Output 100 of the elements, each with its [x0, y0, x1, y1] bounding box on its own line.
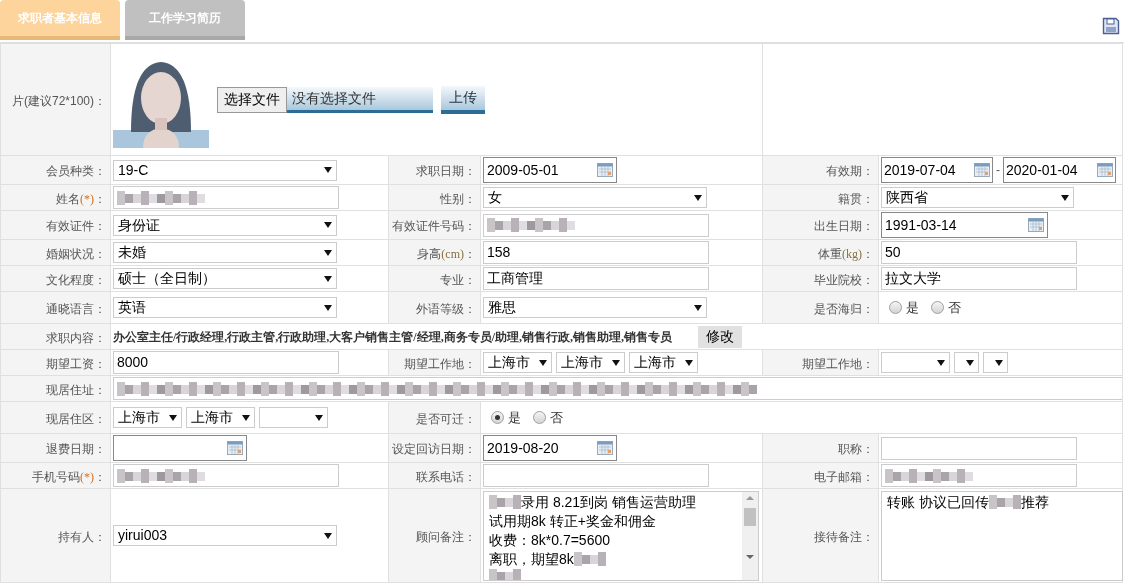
- caret-icon: [539, 359, 547, 366]
- file-status: 没有选择文件: [287, 86, 433, 113]
- caret-icon: [612, 359, 620, 366]
- dropdown[interactable]: 上海市: [629, 352, 698, 373]
- date-field[interactable]: 2019-07-04: [881, 157, 993, 183]
- field-label: 设定回访日期：: [392, 442, 476, 456]
- upload-button[interactable]: 上传: [441, 85, 485, 114]
- field-label: 联系电话：: [416, 469, 476, 484]
- note-line: 转账 协议已回传: [887, 492, 989, 512]
- date-field[interactable]: 1991-03-14: [881, 212, 1048, 238]
- field-label: 毕业院校：: [814, 272, 874, 287]
- calendar-icon[interactable]: [227, 441, 243, 455]
- dropdown[interactable]: 雅思: [483, 297, 707, 318]
- date-field[interactable]: 2020-01-04: [1003, 157, 1116, 183]
- date-field[interactable]: [113, 435, 247, 461]
- dropdown[interactable]: 陕西省: [881, 187, 1074, 208]
- dropdown[interactable]: 英语: [113, 297, 337, 318]
- dropdown[interactable]: 硕士（全日制）: [113, 268, 337, 289]
- choose-file-button[interactable]: 选择文件: [217, 86, 287, 113]
- field-label: 有效证件：: [46, 219, 106, 233]
- dropdown[interactable]: 上海市: [483, 352, 552, 373]
- text-field[interactable]: 拉文大学: [881, 267, 1077, 290]
- text-field[interactable]: [113, 186, 339, 209]
- caret-icon: [242, 414, 250, 421]
- dropdown[interactable]: yirui003: [113, 525, 337, 546]
- field-label: 体重(kg)：: [818, 246, 874, 261]
- caret-icon: [324, 275, 332, 282]
- calendar-icon[interactable]: [597, 441, 613, 455]
- field-label: 现居住址：: [46, 382, 106, 397]
- text-field[interactable]: 工商管理: [483, 267, 709, 290]
- field-label: 外语等级：: [416, 301, 476, 316]
- field-label: 专业：: [440, 272, 476, 287]
- field-label: 通晓语言：: [46, 301, 106, 316]
- dropdown[interactable]: 未婚: [113, 242, 337, 263]
- text-field[interactable]: [483, 213, 709, 237]
- note-line: 收费：8k*0.7=5600: [489, 530, 611, 550]
- field-label: 婚姻状况：: [46, 246, 106, 261]
- radio-button[interactable]: [491, 411, 504, 424]
- field-label: 持有人：: [58, 529, 106, 544]
- radio-button[interactable]: [889, 301, 902, 314]
- caret-icon: [694, 304, 702, 311]
- field-label: 是否海归：: [814, 301, 874, 316]
- caret-icon: [937, 359, 945, 366]
- blurred-text: [489, 495, 521, 509]
- note-line: 推荐: [1020, 492, 1049, 512]
- dropdown[interactable]: 19-C: [113, 159, 337, 181]
- dropdown[interactable]: 上海市: [113, 407, 182, 428]
- blurred-text: [489, 568, 521, 580]
- calendar-icon[interactable]: [1028, 218, 1044, 232]
- notes-textarea[interactable]: 转账 协议已回传 推荐: [881, 490, 1123, 581]
- text-field[interactable]: [881, 436, 1077, 460]
- caret-icon: [966, 359, 974, 366]
- calendar-icon[interactable]: [1097, 163, 1113, 177]
- caret-icon: [685, 359, 693, 366]
- field-label: 片(建议72*100)：: [11, 93, 106, 108]
- notes-textarea[interactable]: 录用 8.21到岗 销售运营助理 试用期8k 转正+奖金和佣金 收费：8k*0.7=5600 离职，期望8k: [483, 490, 759, 581]
- calendar-icon[interactable]: [597, 163, 613, 177]
- dropdown[interactable]: 上海市: [556, 352, 625, 373]
- note-line: 试用期8k 转正+奖金和佣金: [489, 511, 656, 531]
- save-icon[interactable]: [1102, 17, 1120, 35]
- field-label: 电子邮箱：: [814, 469, 874, 484]
- text-field[interactable]: [113, 377, 1123, 400]
- dropdown[interactable]: 上海市: [186, 407, 255, 428]
- dropdown[interactable]: 身份证: [113, 214, 337, 236]
- radio-button[interactable]: [533, 411, 546, 424]
- field-label: 身高(cm)：: [417, 246, 476, 261]
- job-intent-text: 办公室主任/行政经理,行政主管,行政助理,大客户销售主管/经理,商务专员/助理,销售行政,销售助理,销售专员: [113, 328, 672, 346]
- text-field[interactable]: [881, 464, 1077, 487]
- caret-icon: [995, 359, 1003, 366]
- field-label: 出生日期：: [814, 219, 874, 233]
- field-label: 籍贯：: [838, 191, 874, 206]
- text-field[interactable]: 158: [483, 241, 709, 264]
- edit-button[interactable]: 修改: [698, 325, 742, 348]
- scrollbar[interactable]: [742, 491, 758, 580]
- blurred-text: [573, 552, 606, 566]
- text-field[interactable]: [483, 464, 709, 487]
- text-field[interactable]: 8000: [113, 351, 339, 374]
- date-field[interactable]: 2009-05-01: [483, 157, 617, 183]
- date-field[interactable]: 2019-08-20: [483, 435, 617, 461]
- text-field[interactable]: 50: [881, 241, 1077, 264]
- radio-label: 是: [508, 408, 521, 427]
- dropdown[interactable]: [954, 352, 979, 373]
- note-line: 录用 8.21到岗 销售运营助理: [521, 492, 697, 512]
- caret-icon: [694, 194, 702, 201]
- field-label: 期望工资：: [46, 356, 106, 371]
- field-label: 职称：: [838, 442, 874, 456]
- radio-label: 是: [906, 298, 919, 317]
- field-label: 期望工作地：: [404, 356, 476, 371]
- field-label: 有效期：: [826, 164, 874, 178]
- dropdown[interactable]: 女: [483, 187, 707, 208]
- field-label: 接待备注：: [814, 529, 874, 544]
- calendar-icon[interactable]: [974, 163, 990, 177]
- dropdown[interactable]: [983, 352, 1008, 373]
- radio-button[interactable]: [931, 301, 944, 314]
- field-label: 退费日期：: [46, 442, 106, 456]
- field-label: 期望工作地：: [802, 356, 874, 371]
- range-separator: -: [996, 162, 1000, 179]
- caret-icon: [324, 167, 332, 173]
- caret-icon: [169, 414, 177, 421]
- text-field[interactable]: [113, 464, 339, 487]
